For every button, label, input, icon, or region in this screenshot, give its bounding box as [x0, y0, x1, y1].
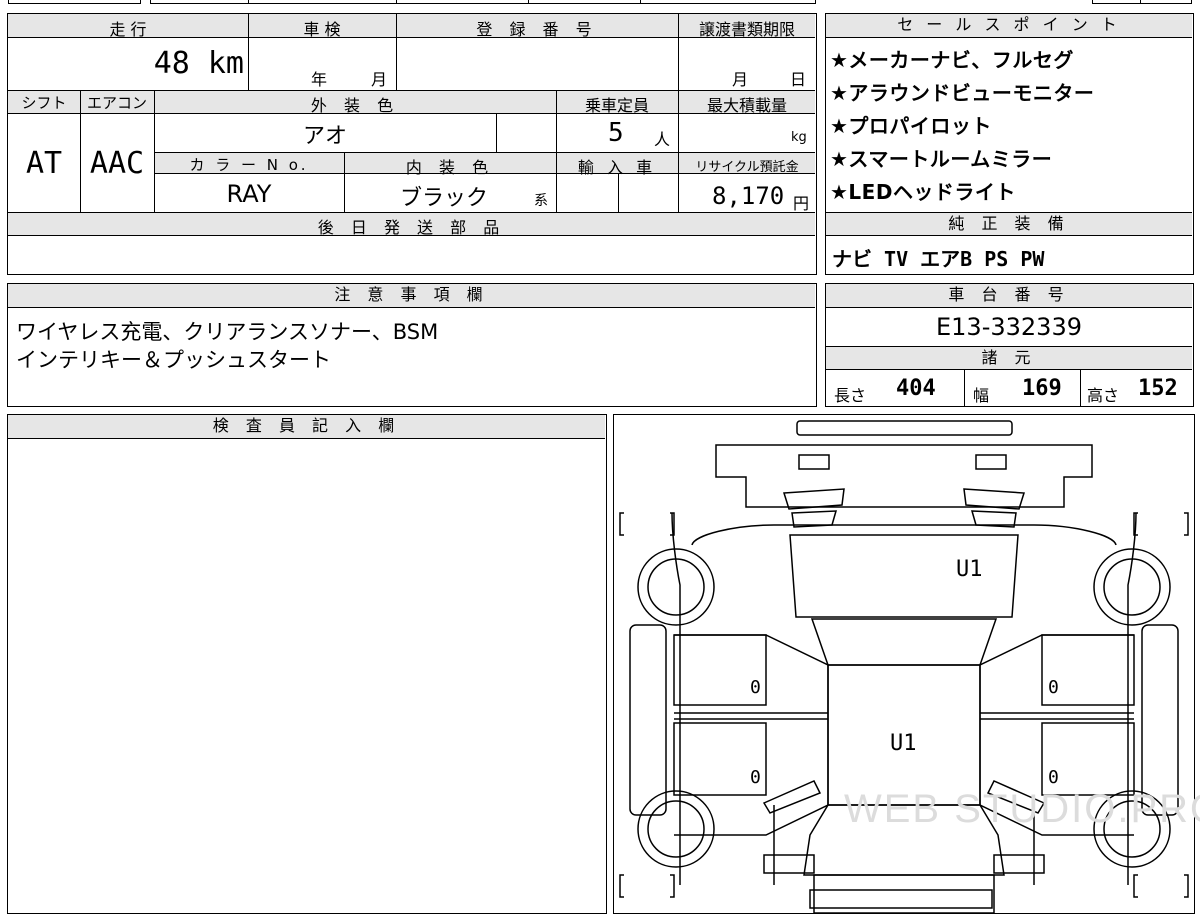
sales-point-item: ★アラウンドビューモニター	[830, 81, 1095, 105]
width-value: 169	[1022, 376, 1062, 401]
inspector-panel: 検 査 員 記 入 欄	[7, 414, 607, 914]
hood-damage-mark: U1	[956, 557, 983, 582]
right-rear-door-mark: 0	[1048, 767, 1059, 788]
aircon-header: エアコン	[86, 94, 147, 112]
left-front-door-mark: 0	[750, 677, 761, 698]
interior-color-suffix: 系	[534, 193, 548, 209]
inspection-month-unit: 月	[371, 70, 388, 89]
sales-points-panel: セ ー ル ス ポ イ ン ト ★メーカーナビ、フルセグ ★アラウンドビューモニ…	[825, 13, 1194, 275]
capacity-header: 乗車定員	[584, 96, 649, 115]
sales-points-header: セ ー ル ス ポ イ ン ト	[826, 14, 1192, 38]
notes-line: ワイヤレス充電、クリアランスソナー、BSM	[16, 320, 439, 344]
sales-point-item: ★メーカーナビ、フルセグ	[830, 48, 1074, 72]
color-no-value: RAY	[226, 180, 272, 208]
width-label: 幅	[973, 386, 990, 405]
chassis-number: E13-332339	[936, 313, 1082, 341]
inspector-header: 検 査 員 記 入 欄	[8, 415, 605, 439]
mileage-value: 48 km	[153, 46, 244, 81]
capacity-value: 5	[608, 118, 624, 148]
car-outline	[619, 420, 1189, 914]
deadline-month-unit: 月	[732, 70, 749, 89]
sales-point-item: ★LEDヘッドライト	[830, 180, 1016, 204]
top-strip-right	[1092, 0, 1192, 4]
import-header: 輸 入 車	[577, 158, 657, 177]
sales-point-item: ★プロパイロット	[830, 114, 992, 138]
watermark: WEB STUDIO.PRO	[844, 787, 1200, 831]
registration-header: 登 録 番 号	[476, 20, 598, 39]
length-label: 長さ	[834, 386, 867, 405]
exterior-color-header: 外 装 色	[310, 96, 400, 115]
recycle-value: 8,170	[712, 182, 785, 210]
height-value: 152	[1138, 376, 1178, 401]
chassis-header: 車 台 番 号	[826, 284, 1192, 308]
notes-header: 注 意 事 項 欄	[8, 284, 815, 308]
notes-panel: 注 意 事 項 欄 ワイヤレス充電、クリアランスソナー、BSM インテリキー＆プ…	[7, 283, 817, 407]
height-label: 高さ	[1087, 386, 1120, 405]
genuine-equipment-value: ナビ TV エアB PS PW	[832, 247, 1045, 271]
interior-color-header: 内 装 色	[405, 158, 495, 177]
color-no-header: カ ラ ー N o.	[189, 156, 309, 174]
mileage-header: 走 行	[109, 20, 147, 39]
chassis-panel: 車 台 番 号 E13-332339 諸 元 長さ 404 幅 169 高さ 1…	[825, 283, 1194, 407]
roof-damage-mark: U1	[890, 731, 917, 756]
interior-color-value: ブラック	[399, 186, 488, 211]
specs-header: 諸 元	[826, 346, 1192, 370]
right-front-door-mark: 0	[1048, 677, 1059, 698]
deadline-day-unit: 日	[790, 70, 807, 89]
genuine-equipment-header: 純 正 装 備	[826, 212, 1192, 236]
deadline-header: 譲渡書類期限	[698, 20, 795, 39]
exterior-color-value: アオ	[302, 124, 347, 149]
aircon-value: AAC	[89, 146, 145, 181]
left-rear-door-mark: 0	[750, 767, 761, 788]
parts-later-header: 後 日 発 送 部 品	[317, 218, 506, 237]
inspection-year-unit: 年	[311, 70, 328, 89]
car-damage-diagram: U1 U1 0 0 0 0 WEB STUDIO.PRO	[613, 414, 1200, 914]
shift-header: シフト	[21, 94, 67, 112]
top-strip	[8, 0, 816, 4]
length-value: 404	[896, 376, 936, 401]
inspection-header: 車 検	[303, 20, 341, 39]
max-load-unit: kg	[791, 130, 807, 145]
max-load-header: 最大積載量	[706, 96, 787, 115]
recycle-header: リサイクル預託金	[695, 160, 799, 175]
vehicle-info-table: 走 行 車 検 登 録 番 号 譲渡書類期限 48 km 年 月 月 日 シフト…	[7, 13, 817, 275]
capacity-unit: 人	[654, 130, 671, 149]
notes-line: インテリキー＆プッシュスタート	[16, 348, 331, 372]
sales-point-item: ★スマートルームミラー	[830, 147, 1053, 171]
recycle-unit: 円	[793, 194, 810, 213]
shift-value: AT	[25, 146, 63, 181]
